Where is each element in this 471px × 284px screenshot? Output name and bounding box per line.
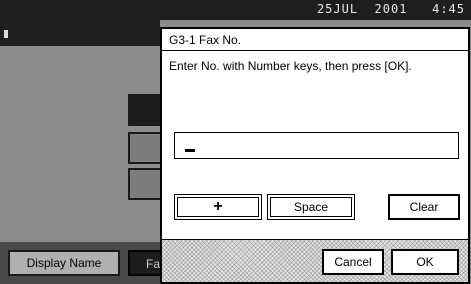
date-time-display: 25JUL 2001 4:45 <box>316 2 465 16</box>
clear-button[interactable]: Clear <box>388 194 460 220</box>
clear-button-label: Clear <box>409 200 439 214</box>
plus-button[interactable]: + <box>174 194 262 220</box>
dialog-instruction: Enter No. with Number keys, then press [… <box>169 59 412 73</box>
cancel-button[interactable]: Cancel <box>322 249 384 275</box>
plus-button-label: + <box>213 198 223 215</box>
display-name-button[interactable]: Display Name <box>8 250 120 276</box>
dialog-title: G3-1 Fax No. <box>162 29 468 51</box>
fax-number-input[interactable] <box>174 132 459 159</box>
cancel-button-label: Cancel <box>334 255 372 269</box>
space-button-label: Space <box>293 200 329 214</box>
text-cursor <box>185 149 195 152</box>
background-header-strip <box>0 20 160 46</box>
status-bar: 25JUL 2001 4:45 <box>0 0 471 20</box>
copier-panel-screen: 25JUL 2001 4:45 Display Name Fax G3-1 Fa… <box>0 0 471 284</box>
ok-button[interactable]: OK <box>391 249 459 275</box>
space-button[interactable]: Space <box>267 194 355 220</box>
background-marker <box>4 30 8 38</box>
fax-number-dialog: G3-1 Fax No. Enter No. with Number keys,… <box>160 27 470 284</box>
ok-button-label: OK <box>416 255 434 269</box>
